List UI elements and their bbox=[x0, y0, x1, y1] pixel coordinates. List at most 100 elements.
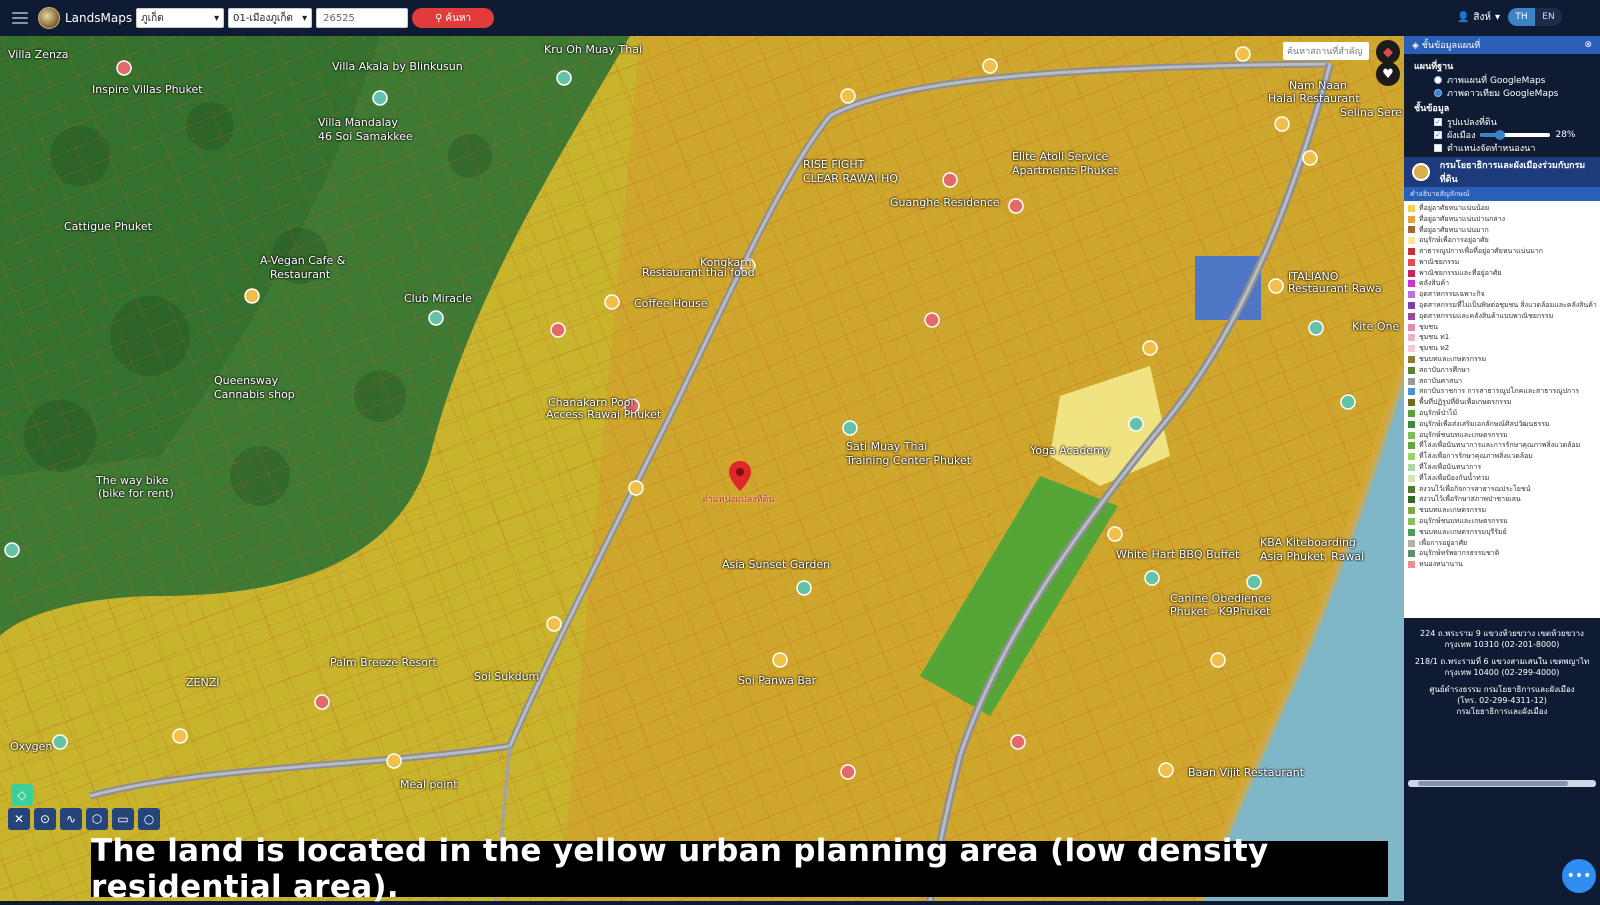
legend-swatch bbox=[1408, 518, 1415, 525]
map-label: Kite One bbox=[1352, 320, 1400, 333]
layer-parcel[interactable]: ✓ รูปแปลงที่ดิน bbox=[1434, 115, 1590, 128]
user-menu[interactable]: 👤 สิงห์ ▾ bbox=[1457, 10, 1500, 25]
legend-item: พื้นที่ปฏิรูปที่ดินเพื่อเกษตรกรรม bbox=[1408, 397, 1596, 408]
layer-options: แผนที่ฐาน ภาพแผนที่ GoogleMaps ภาพดาวเที… bbox=[1404, 54, 1600, 157]
radio-button[interactable] bbox=[1434, 88, 1442, 97]
district-select[interactable]: 01-เมืองภูเก็ต ▾ bbox=[228, 8, 313, 28]
map-label: Villa Mandalay bbox=[318, 116, 398, 129]
layers-toggle-button[interactable]: ◆ bbox=[1376, 40, 1400, 64]
layers-section-title: ชั้นข้อมูล bbox=[1414, 104, 1450, 114]
lang-th-button[interactable]: TH bbox=[1508, 8, 1535, 26]
legend-item: คลังสินค้า bbox=[1408, 279, 1596, 290]
layer-label: ตำแหน่งจัดทำหนองนา bbox=[1447, 143, 1536, 154]
close-icon[interactable]: ⊗ bbox=[1584, 40, 1592, 50]
checkbox[interactable] bbox=[1434, 143, 1442, 152]
rectangle-tool-button[interactable]: ▭ bbox=[112, 808, 134, 830]
legend-item: ชนบทและเกษตรกรรมบุรีรัมย์ bbox=[1408, 527, 1596, 538]
contact-footer: 224 ถ.พระราม 9 แขวงห้วยขวาง เขตห้วยขวาง … bbox=[1404, 618, 1600, 901]
chat-button[interactable]: ••• bbox=[1562, 859, 1596, 893]
legend-label: ที่โล่งเพื่อนันทนาการและการรักษาคุณภาพสิ… bbox=[1419, 441, 1581, 450]
map-label: Access Rawai Phuket bbox=[546, 408, 662, 421]
search-button[interactable]: ⚲ ค้นหา bbox=[412, 8, 495, 28]
legend-item: ที่อยู่อาศัยหนาแน่นมาก bbox=[1408, 225, 1596, 236]
legend-label: พาณิชยกรรมและที่อยู่อาศัย bbox=[1419, 268, 1502, 277]
legend-item: ที่โล่งเพื่อการรักษาคุณภาพสิ่งแวดล้อม bbox=[1408, 451, 1596, 462]
legend-swatch bbox=[1408, 280, 1415, 288]
location-icon: ⊙ bbox=[39, 812, 51, 826]
legend-swatch bbox=[1408, 312, 1415, 320]
map-canvas[interactable]: Kru Oh Muay Thai Villa Zenza Villa Akala… bbox=[0, 36, 1404, 901]
basemap-option-label: ภาพแผนที่ GoogleMaps bbox=[1447, 75, 1546, 86]
legend-label: อนุรักษ์ชนบทและเกษตรกรรม bbox=[1419, 430, 1508, 439]
map-label: Sati Muay Thai bbox=[846, 440, 928, 453]
checkbox-checked[interactable]: ✓ bbox=[1434, 117, 1442, 126]
line-tool-button[interactable]: ∿ bbox=[60, 808, 82, 830]
search-icon: ⚲ bbox=[435, 12, 443, 24]
landmark-search-input[interactable]: ค้นหาสถานที่สำคัญ bbox=[1283, 42, 1369, 60]
map-label: Cannabis shop bbox=[214, 388, 295, 401]
scrollbar-thumb[interactable] bbox=[1418, 781, 1568, 786]
legend-item: อนุรักษ์เพื่อส่งเสริมเอกลักษณ์ศิลปวัฒนธร… bbox=[1408, 419, 1596, 430]
app-title: LandsMaps bbox=[65, 11, 133, 25]
menu-icon[interactable] bbox=[12, 12, 28, 24]
legend-item: อนุรักษ์ชนบทและเกษตรกรรม bbox=[1408, 430, 1596, 441]
legend-swatch bbox=[1408, 204, 1415, 212]
polygon-icon: ⬡ bbox=[91, 812, 103, 826]
legend-item: ที่อยู่อาศัยหนาแน่นน้อย bbox=[1408, 203, 1596, 214]
chevron-down-icon: ▾ bbox=[302, 12, 308, 24]
heart-icon: ♥ bbox=[1382, 66, 1394, 82]
map-label: Guanghe Residence bbox=[890, 196, 1000, 209]
legend-swatch bbox=[1408, 215, 1415, 223]
circle-tool-button[interactable]: ○ bbox=[138, 808, 160, 830]
layer-panel: ◈ ชั้นข้อมูลแผนที่ ⊗ แผนที่ฐาน ภาพแผนที่… bbox=[1404, 36, 1600, 901]
language-toggle[interactable]: TH EN bbox=[1508, 8, 1562, 26]
legend-item: อนุรักษ์ทรัพยากรธรรมชาติ bbox=[1408, 549, 1596, 560]
parcel-number-value: 26525 bbox=[323, 12, 355, 24]
measure-tool-button[interactable]: ✕ bbox=[8, 808, 30, 830]
layer-label: ผังเมือง bbox=[1447, 130, 1476, 141]
legend-swatch bbox=[1408, 366, 1415, 374]
legend-swatch bbox=[1408, 345, 1415, 353]
legend-item: สถาบันราชการ การสาธารณูปโภคและสาธารณูปกา… bbox=[1408, 387, 1596, 398]
lang-en-button[interactable]: EN bbox=[1535, 8, 1562, 26]
legend-label: ชนบทและเกษตรกรรม bbox=[1419, 506, 1487, 515]
opacity-slider-knob[interactable] bbox=[1495, 129, 1506, 140]
map-label: Inspire Villas Phuket bbox=[92, 83, 203, 96]
basemap-option-map[interactable]: ภาพแผนที่ GoogleMaps bbox=[1434, 73, 1590, 86]
map-pin-icon[interactable] bbox=[729, 461, 751, 491]
map-label: Yoga Academy bbox=[1030, 444, 1111, 457]
map-label: Restaurant Rawa bbox=[1288, 282, 1382, 295]
province-select[interactable]: ภูเก็ต ▾ bbox=[136, 8, 225, 28]
checkbox-checked[interactable]: ✓ bbox=[1434, 130, 1442, 139]
legend-list: ที่อยู่อาศัยหนาแน่นน้อย ที่อยู่อาศัยหนาแน… bbox=[1404, 201, 1600, 607]
legend-label: พื้นที่ปฏิรูปที่ดินเพื่อเกษตรกรรม bbox=[1419, 398, 1512, 407]
marker-tool-button[interactable]: ⊙ bbox=[34, 808, 56, 830]
ruler-icon: ✕ bbox=[13, 812, 25, 826]
parcel-number-input[interactable]: 26525 bbox=[316, 8, 409, 28]
legend-item: อนุรักษ์เพื่อการอยู่อาศัย bbox=[1408, 235, 1596, 246]
basemap-option-satellite[interactable]: ภาพดาวเทียม GoogleMaps bbox=[1434, 86, 1590, 99]
eraser-tool-button[interactable]: ◇ bbox=[11, 784, 33, 806]
opacity-slider[interactable] bbox=[1480, 129, 1551, 140]
legend-label: สถาบันศาสนา bbox=[1419, 376, 1463, 385]
legend-label: ที่อยู่อาศัยหนาแน่นปานกลาง bbox=[1419, 214, 1506, 223]
legend-label: หนองหนานาน bbox=[1419, 560, 1463, 569]
panel-scrollbar[interactable] bbox=[1408, 780, 1596, 787]
legend-item: เพื่อการอยู่อาศัย bbox=[1408, 538, 1596, 549]
layer-office[interactable]: ตำแหน่งจัดทำหนองนา bbox=[1434, 141, 1590, 154]
favorite-button[interactable]: ♥ bbox=[1376, 62, 1400, 86]
radio-button[interactable] bbox=[1434, 75, 1442, 84]
legend-title: คำอธิบายสัญลักษณ์ bbox=[1404, 187, 1600, 201]
legend-swatch bbox=[1408, 561, 1415, 569]
layer-cityplan[interactable]: ✓ ผังเมือง 28% bbox=[1434, 128, 1590, 141]
legend-swatch bbox=[1408, 226, 1415, 234]
legend-swatch bbox=[1408, 248, 1415, 256]
legend-item: สถาบันการศึกษา bbox=[1408, 365, 1596, 376]
map-label: Selina Sere bbox=[1340, 106, 1402, 119]
map-toolbar: ✕ ⊙ ∿ ⬡ ▭ ○ bbox=[8, 808, 160, 830]
polygon-tool-button[interactable]: ⬡ bbox=[86, 808, 108, 830]
legend-swatch bbox=[1408, 539, 1415, 547]
landmark-search-placeholder: ค้นหาสถานที่สำคัญ bbox=[1287, 47, 1363, 57]
legend-label: อนุรักษ์ป่าไม้ bbox=[1419, 409, 1458, 418]
legend-item: ที่โล่งเพื่อป้องกันน้ำท่วม bbox=[1408, 473, 1596, 484]
